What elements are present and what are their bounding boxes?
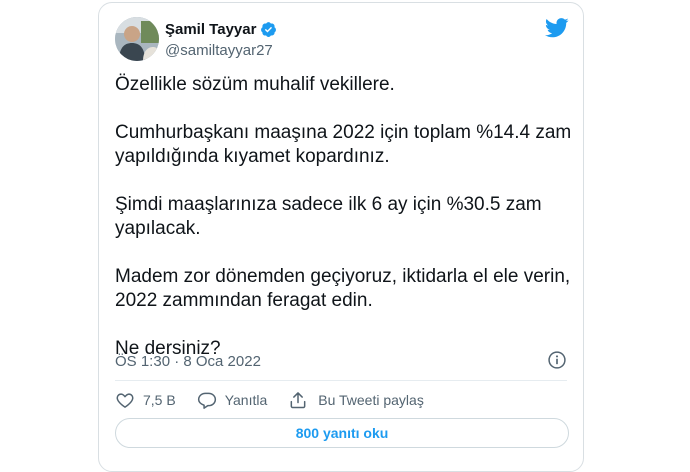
avatar-image [115, 17, 159, 61]
reply-label: Yanıtla [224, 392, 268, 408]
twitter-bird-icon[interactable] [545, 18, 569, 38]
verified-badge-icon [261, 22, 277, 37]
tweet-actions: 7,5 B Yanıtla Bu Tweeti paylaş [115, 389, 445, 411]
share-label: Bu Tweeti paylaş [318, 392, 424, 408]
like-button[interactable]: 7,5 B [115, 390, 176, 410]
speech-bubble-icon [197, 392, 216, 409]
author-name[interactable]: Şamil Tayyar [165, 20, 256, 39]
share-button[interactable]: Bu Tweeti paylaş [288, 390, 424, 410]
info-icon[interactable] [547, 350, 567, 370]
author-block: Şamil Tayyar @samiltayyar27 [165, 20, 277, 60]
author-handle[interactable]: @samiltayyar27 [165, 41, 277, 60]
reply-button[interactable]: Yanıtla [197, 390, 268, 410]
like-count: 7,5 B [143, 392, 176, 408]
divider [115, 380, 567, 381]
tweet-card: Şamil Tayyar @samiltayyar27 Özellikle sö… [98, 2, 584, 472]
name-row: Şamil Tayyar [165, 20, 277, 39]
tweet-text: Özellikle sözüm muhalif vekillere. Cumhu… [115, 74, 572, 359]
tweet-timestamp[interactable]: ÖS 1:30 · 8 Oca 2022 [115, 352, 261, 371]
avatar[interactable] [115, 17, 159, 61]
share-arrow-icon [290, 392, 306, 409]
read-replies-button[interactable]: 800 yanıtı oku [115, 418, 569, 448]
heart-icon [116, 393, 134, 408]
